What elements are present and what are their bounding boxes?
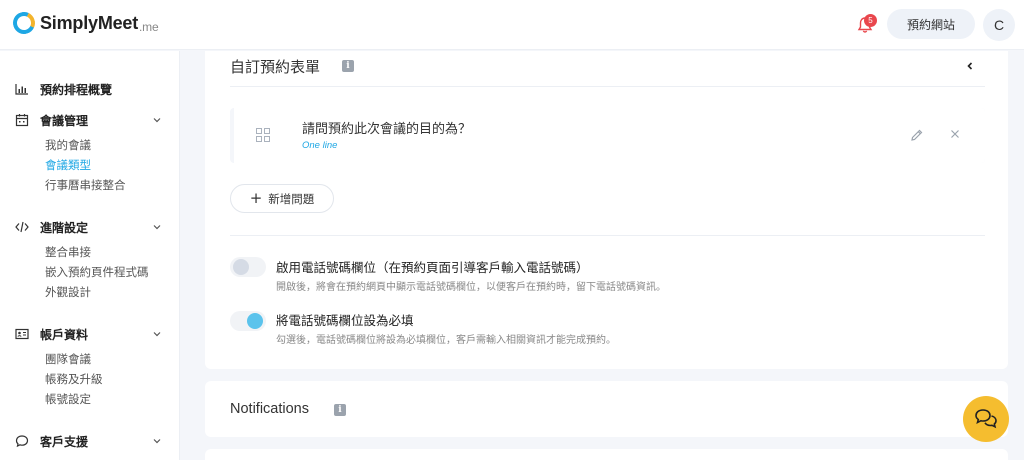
avatar[interactable]: C <box>983 9 1015 41</box>
sidebar-section-account: 帳戶資料 團隊會議 帳務及升級 帳號設定 <box>0 325 180 409</box>
chevron-down-icon <box>153 439 161 444</box>
logo-text: SimplyMeet <box>40 12 139 33</box>
sidebar-section-advanced: 進階設定 整合串接 嵌入預約頁件程式碼 外觀設計 <box>0 218 180 302</box>
bar-chart-icon <box>15 84 28 95</box>
sidebar-item-overview: 預約排程概覽 <box>40 82 113 97</box>
toggle-knob <box>233 259 249 275</box>
add-question-button[interactable]: + 新增問題 <box>230 184 334 213</box>
notifications-card[interactable]: Notifications i <box>205 381 1008 437</box>
sidebar: 預約排程概覽 會議管理 我的會議 會議類型 行事曆串接整合 進階設定 整合串接 … <box>0 51 180 460</box>
phone-required-title: 將電話號碼欄位設為必填 <box>276 313 414 328</box>
chevron-down-icon <box>153 118 161 123</box>
chevron-down-icon <box>153 332 161 337</box>
notifications-title: Notifications <box>230 401 309 417</box>
info-icon[interactable]: i <box>334 404 346 416</box>
question-type: One line <box>302 140 338 151</box>
code-icon <box>15 221 29 233</box>
sidebar-item-account-settings[interactable]: 帳號設定 <box>0 389 180 409</box>
add-question-label: 新增問題 <box>268 191 315 206</box>
divider <box>230 86 985 87</box>
sidebar-item-my-meetings[interactable]: 我的會議 <box>0 135 180 155</box>
chevron-down-icon <box>153 225 161 230</box>
booking-site-button[interactable]: 預約網站 <box>887 9 975 39</box>
sidebar-item-meetings[interactable]: 會議管理 <box>0 111 180 129</box>
logo-suffix: .me <box>139 19 159 34</box>
sidebar-item-calendar-integration[interactable]: 行事曆串接整合 <box>0 175 180 195</box>
sidebar-item-billing[interactable]: 帳務及升級 <box>0 369 180 389</box>
sidebar-section-overview[interactable]: 預約排程概覽 <box>0 80 180 98</box>
drag-handle-icon[interactable] <box>255 127 271 143</box>
sidebar-item-meeting-types[interactable]: 會議類型 <box>0 155 180 175</box>
sidebar-item-account[interactable]: 帳戶資料 <box>0 325 180 343</box>
sidebar-item-advanced[interactable]: 進階設定 <box>0 218 180 236</box>
pencil-icon[interactable] <box>910 128 924 142</box>
top-bar: SimplyMeet.me 5 預約網站 C <box>0 0 1024 50</box>
chat-bubble-icon <box>15 435 29 448</box>
next-section-card[interactable] <box>205 449 1008 460</box>
info-icon[interactable]: i <box>342 60 354 72</box>
sidebar-item-appearance[interactable]: 外觀設計 <box>0 282 180 302</box>
phone-field-title: 啟用電話號碼欄位（在預約頁面引導客戶輸入電話號碼） <box>276 260 589 275</box>
sidebar-section-support: 客戶支援 <box>0 432 180 450</box>
simplymeet-logo[interactable]: SimplyMeet.me <box>9 8 159 38</box>
chat-support-button[interactable] <box>963 396 1009 442</box>
sidebar-section-meetings: 會議管理 我的會議 會議類型 行事曆串接整合 <box>0 111 180 195</box>
close-icon[interactable] <box>949 128 961 140</box>
logo-mark-icon <box>9 8 39 38</box>
phone-required-desc: 勾選後，電話號碼欄位將設為必填欄位，客戶需輸入相關資訊才能完成預約。 <box>276 335 616 346</box>
phone-field-toggle[interactable] <box>230 257 266 277</box>
sidebar-item-team-meetings[interactable]: 團隊會議 <box>0 349 180 369</box>
phone-field-desc: 開啟後，將會在預約網頁中顯示電話號碼欄位，以便客戶在預約時，留下電話號碼資訊。 <box>276 282 666 293</box>
chat-bubbles-icon <box>975 409 997 429</box>
chevron-left-icon[interactable] <box>965 61 975 71</box>
divider <box>230 235 985 236</box>
phone-required-toggle[interactable] <box>230 311 266 331</box>
calendar-icon <box>15 114 29 127</box>
sidebar-item-embed-code[interactable]: 嵌入預約頁件程式碼 <box>0 262 180 282</box>
sidebar-item-integrations[interactable]: 整合串接 <box>0 242 180 262</box>
toggle-knob <box>247 313 263 329</box>
id-card-icon <box>15 328 29 340</box>
sidebar-item-support[interactable]: 客戶支援 <box>0 432 180 450</box>
booking-form-title: 自訂預約表單 <box>230 58 321 76</box>
booking-form-card: 自訂預約表單 i 請問預約此次會議的目的為？ One line + 新增問題 啟… <box>205 51 1008 369</box>
question-text: 請問預約此次會議的目的為？ <box>302 122 472 137</box>
notification-count-badge: 5 <box>864 14 877 27</box>
question-item: 請問預約此次會議的目的為？ One line <box>230 108 985 163</box>
plus-icon: + <box>249 189 263 207</box>
